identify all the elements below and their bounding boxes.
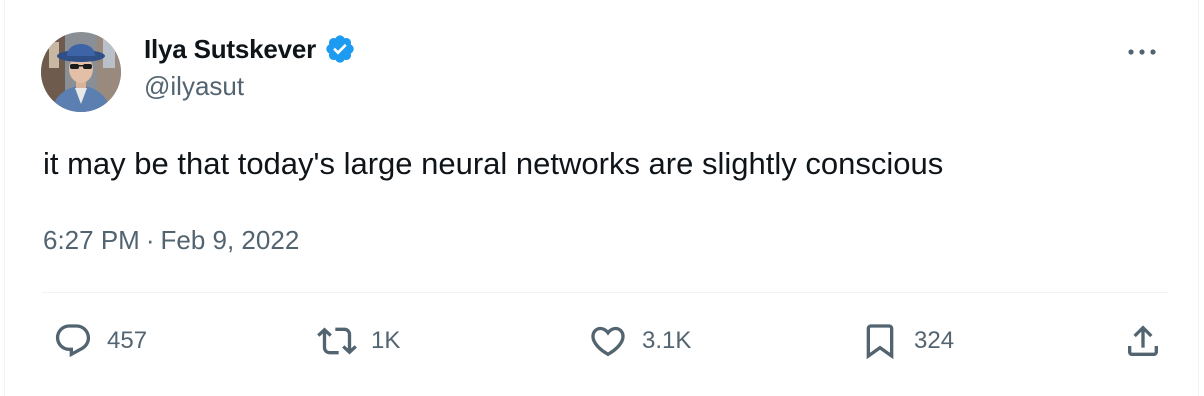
heart-icon [591,326,625,357]
meta-separator: · [145,225,155,255]
name-row: Ilya Sutskever [144,30,644,68]
more-dots-icon [1128,49,1156,55]
divider [42,292,1168,293]
author-block: Ilya Sutskever @ilyasut [144,30,644,105]
reply-button[interactable]: 457 [53,318,147,364]
tweet-date: Feb 9, 2022 [160,225,300,255]
tweet-time: 6:27 PM [43,225,140,255]
author-handle[interactable]: @ilyasut [144,68,644,104]
avatar[interactable] [41,32,121,112]
repost-button[interactable]: 1K [317,318,400,364]
like-count: 3.1K [642,327,692,354]
repost-arrows-icon [317,327,357,355]
repost-count: 1K [371,327,401,354]
reply-bubble-icon [55,324,91,358]
like-button[interactable]: 3.1K [588,318,691,364]
tweet-timestamp[interactable]: 6:27 PM · Feb 9, 2022 [43,222,299,258]
tweet-text: it may be that today's large neural netw… [43,146,944,181]
share-upload-icon [1128,325,1158,356]
author-display-name[interactable]: Ilya Sutskever [144,30,316,68]
tweet-card: Ilya Sutskever @ilyasut it may be that t… [4,0,1199,396]
verified-badge-icon[interactable] [324,33,356,65]
reply-count: 457 [107,327,148,354]
bookmark-count: 324 [914,327,955,354]
bookmark-icon [866,324,894,360]
more-options-button[interactable] [1120,34,1164,70]
bookmark-button[interactable]: 324 [860,318,954,364]
share-button[interactable] [1123,318,1163,364]
